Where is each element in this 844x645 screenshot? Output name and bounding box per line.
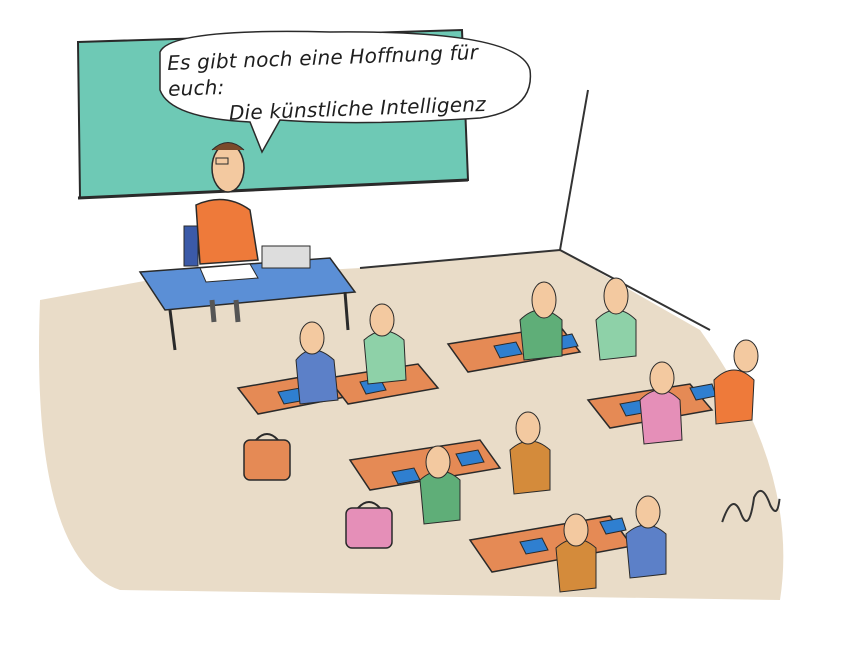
school-bag [345, 501, 393, 549]
artist-signature [712, 473, 791, 549]
school-bag [243, 433, 291, 481]
student [713, 339, 759, 425]
wall-corner-line [559, 89, 589, 251]
speech-bubble-text: Es gibt noch eine Hoffnung für euch: Die… [167, 38, 510, 128]
